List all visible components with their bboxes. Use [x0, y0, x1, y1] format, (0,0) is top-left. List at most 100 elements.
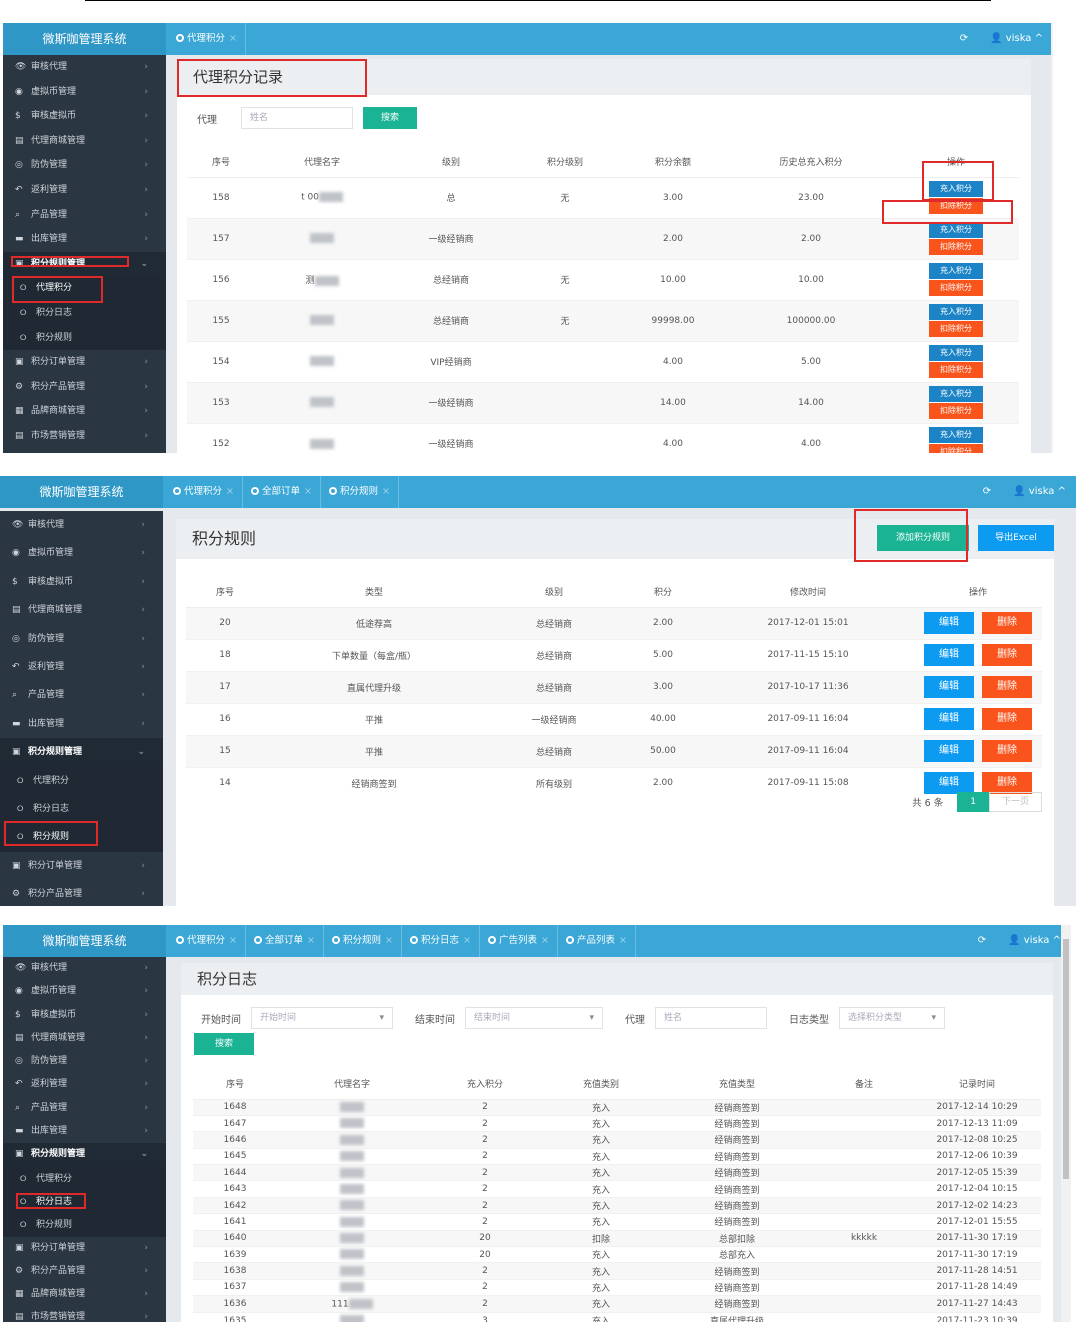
sidebar-item[interactable]: ↶ 返利管理 ›	[3, 178, 166, 203]
sidebar-item[interactable]: ▣ 积分订单管理 ›	[3, 350, 166, 375]
add-points-button[interactable]: 充入积分	[929, 345, 983, 361]
delete-button[interactable]: 删除	[982, 644, 1032, 666]
deduct-points-button[interactable]: 扣除积分	[929, 444, 983, 453]
sidebar-item[interactable]: ▤ 代理商城管理 ›	[3, 1027, 166, 1050]
sidebar-item[interactable]: ◎ 防伪管理 ›	[3, 153, 166, 178]
delete-button[interactable]: 删除	[982, 676, 1032, 698]
sidebar-subitem[interactable]: ⭘ 代理积分	[0, 766, 163, 795]
refresh-icon[interactable]: ⟳	[983, 476, 991, 508]
edit-button[interactable]: 编辑	[924, 708, 974, 730]
tab-3[interactable]: 积分规则 ×	[321, 476, 399, 508]
sidebar-group-points-rules[interactable]: ▣ 积分规则管理 ⌄	[3, 1143, 166, 1167]
sidebar-item[interactable]: ▬ 出库管理 ›	[0, 710, 163, 738]
sidebar-subitem[interactable]: ⭘ 积分规则	[3, 325, 166, 351]
delete-button[interactable]: 删除	[982, 708, 1032, 730]
next-page-button[interactable]: 下一页	[988, 792, 1042, 812]
tab-2[interactable]: 全部订单 ×	[243, 476, 321, 508]
tab-1[interactable]: 代理积分 ×	[168, 925, 246, 957]
delete-button[interactable]: 删除	[982, 740, 1032, 762]
close-icon[interactable]: ×	[382, 486, 390, 497]
delete-button[interactable]: 删除	[982, 612, 1032, 634]
sidebar-group-points-rules[interactable]: ▣ 积分规则管理 ⌄	[0, 738, 163, 767]
sidebar-item[interactable]: ↶ 返利管理 ›	[3, 1073, 166, 1096]
edit-button[interactable]: 编辑	[924, 740, 974, 762]
close-icon[interactable]: ×	[229, 33, 237, 44]
close-icon[interactable]: ×	[463, 935, 471, 946]
edit-button[interactable]: 编辑	[924, 612, 974, 634]
close-icon[interactable]: ×	[307, 935, 315, 946]
edit-button[interactable]: 编辑	[924, 676, 974, 698]
deduct-points-button[interactable]: 扣除积分	[929, 403, 983, 419]
agent-name-input[interactable]: 姓名	[655, 1007, 767, 1029]
sidebar-item[interactable]: 👁 审核代理 ›	[0, 511, 163, 539]
sidebar-item[interactable]: 👁 审核代理 ›	[3, 957, 166, 980]
sidebar-item[interactable]: $ 审核虚拟币 ›	[3, 104, 166, 129]
close-icon[interactable]: ×	[541, 935, 549, 946]
sidebar-item[interactable]: ▤ 代理商城管理 ›	[3, 129, 166, 154]
user-menu[interactable]: 👤 viska ^	[1013, 476, 1066, 508]
add-points-button[interactable]: 充入积分	[929, 222, 983, 238]
close-icon[interactable]: ×	[304, 486, 312, 497]
scrollbar[interactable]	[1061, 925, 1071, 1322]
tab-2[interactable]: 全部订单 ×	[246, 925, 324, 957]
sidebar-item[interactable]: ▬ 出库管理 ›	[3, 1120, 166, 1143]
sidebar-item[interactable]: ▦ 品牌商城管理 ›	[3, 1283, 166, 1306]
sidebar-item[interactable]: $ 审核虚拟币 ›	[3, 1004, 166, 1027]
add-points-button[interactable]: 充入积分	[929, 386, 983, 402]
sidebar-item[interactable]: ▣ 积分订单管理 ›	[3, 1237, 166, 1260]
agent-name-input[interactable]: 姓名	[241, 107, 353, 129]
sidebar-item[interactable]: ▤ 代理商城管理 ›	[0, 596, 163, 624]
sidebar-item[interactable]: ⚙ 积分产品管理 ›	[3, 375, 166, 400]
close-icon[interactable]: ×	[226, 486, 234, 497]
add-points-button[interactable]: 充入积分	[929, 263, 983, 279]
sidebar-item[interactable]: ⚙ 积分产品管理 ›	[0, 880, 163, 906]
sidebar-subitem[interactable]: ⭘ 积分日志	[0, 794, 163, 824]
delete-button[interactable]: 删除	[982, 772, 1032, 795]
scrollbar[interactable]	[1051, 23, 1053, 453]
sidebar-subitem[interactable]: ⭘ 积分规则	[3, 1213, 166, 1237]
close-icon[interactable]: ×	[619, 935, 627, 946]
add-points-button[interactable]: 充入积分	[929, 427, 983, 444]
sidebar-item[interactable]: 👁 审核代理 ›	[3, 55, 166, 80]
sidebar-item[interactable]: ◉ 虚拟币管理 ›	[0, 539, 163, 567]
start-time-picker[interactable]: 开始时间	[251, 1007, 393, 1029]
sidebar-item[interactable]: ⌕ 产品管理 ›	[3, 203, 166, 228]
refresh-icon[interactable]: ⟳	[978, 925, 986, 957]
deduct-points-button[interactable]: 扣除积分	[929, 280, 983, 296]
log-type-select[interactable]: 选择积分类型	[839, 1007, 945, 1029]
sidebar-subitem[interactable]: ⭘ 代理积分	[3, 1166, 166, 1190]
sidebar-item[interactable]: ▤ 市场营销管理 ›	[3, 424, 166, 449]
close-icon[interactable]: ×	[385, 935, 393, 946]
user-menu[interactable]: 👤 viska ^	[1008, 925, 1061, 957]
tab-5[interactable]: 广告列表 ×	[480, 925, 558, 957]
sidebar-item[interactable]: ▦ 品牌商城管理 ›	[3, 399, 166, 424]
sidebar-item[interactable]: ◉ 虚拟币管理 ›	[3, 980, 166, 1003]
user-menu[interactable]: 👤 viska ^	[990, 23, 1043, 55]
edit-button[interactable]: 编辑	[924, 772, 974, 795]
tab-6[interactable]: 产品列表 ×	[558, 925, 636, 957]
sidebar-subitem[interactable]: ⭘ 积分日志	[3, 300, 166, 326]
close-icon[interactable]: ×	[229, 935, 237, 946]
tab-1[interactable]: 代理积分 ×	[165, 476, 243, 508]
deduct-points-button[interactable]: 扣除积分	[929, 321, 983, 337]
sidebar-item[interactable]: ⌕ 产品管理 ›	[3, 1097, 166, 1120]
sidebar-item[interactable]: ▬ 出库管理 ›	[3, 227, 166, 252]
sidebar-item[interactable]: ▣ 积分订单管理 ›	[0, 852, 163, 880]
sidebar-item[interactable]: ⚙ 积分产品管理 ›	[3, 1260, 166, 1283]
sidebar-item[interactable]: ⌕ 产品管理 ›	[0, 681, 163, 709]
export-excel-button[interactable]: 导出Excel	[978, 525, 1054, 551]
refresh-icon[interactable]: ⟳	[960, 23, 968, 55]
scroll-thumb[interactable]	[1063, 939, 1069, 1179]
search-button[interactable]: 搜索	[194, 1033, 254, 1055]
page-1-button[interactable]: 1	[957, 792, 989, 812]
tab-4[interactable]: 积分日志 ×	[402, 925, 480, 957]
deduct-points-button[interactable]: 扣除积分	[929, 239, 983, 255]
sidebar-item[interactable]: ◉ 虚拟币管理 ›	[3, 80, 166, 105]
tab-1[interactable]: 代理积分 ×	[168, 23, 246, 55]
sidebar-item[interactable]: $ 审核虚拟币 ›	[0, 568, 163, 596]
sidebar-item[interactable]: ◎ 防伪管理 ›	[0, 625, 163, 653]
sidebar-item[interactable]: ↶ 返利管理 ›	[0, 653, 163, 681]
sidebar-item[interactable]: ▤ 市场营销管理 ›	[3, 1306, 166, 1322]
add-points-button[interactable]: 充入积分	[929, 304, 983, 320]
deduct-points-button[interactable]: 扣除积分	[929, 362, 983, 378]
